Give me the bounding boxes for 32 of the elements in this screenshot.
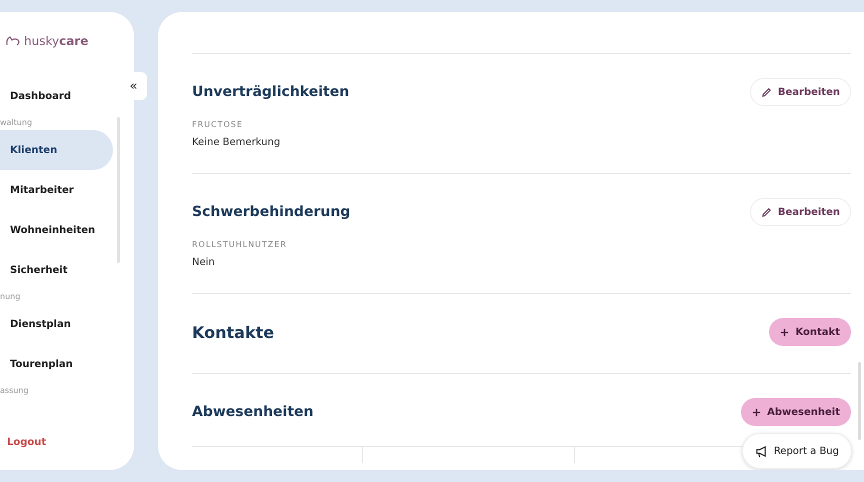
scrollbar[interactable] bbox=[858, 362, 861, 440]
nav-item[interactable]: Dashboard bbox=[0, 76, 113, 116]
brand-logo-text: huskycare bbox=[24, 34, 88, 48]
field-value: Nein bbox=[192, 257, 216, 268]
nav-section-label: nung bbox=[0, 291, 22, 303]
nav-section-label: assung bbox=[0, 385, 30, 397]
logout-link[interactable]: Logout bbox=[7, 437, 46, 448]
field-label: ROLLSTUHLNUTZER bbox=[192, 240, 288, 249]
section-title: Schwerbehinderung bbox=[192, 204, 350, 220]
field-label: FRUCTOSE bbox=[192, 120, 244, 129]
add-button[interactable]: Kontakt bbox=[769, 318, 851, 346]
plus-icon bbox=[780, 328, 790, 336]
edit-button[interactable]: Bearbeiten bbox=[750, 78, 851, 106]
nav-item[interactable]: Tourenplan bbox=[0, 344, 113, 384]
nav-section-label: waltung bbox=[0, 117, 34, 129]
section-title: Kontakte bbox=[192, 322, 274, 342]
nav-item[interactable]: Wohneinheiten bbox=[0, 210, 113, 250]
add-button[interactable]: Abwesenheit bbox=[741, 398, 851, 426]
section-title: Abwesenheiten bbox=[192, 404, 314, 420]
nav-item[interactable]: Klienten bbox=[0, 130, 113, 170]
section-title: Unverträglichkeiten bbox=[192, 84, 350, 100]
pencil-icon bbox=[760, 86, 772, 98]
megaphone-icon bbox=[754, 444, 768, 458]
field-value: Keine Bemerkung bbox=[192, 137, 282, 148]
plus-icon bbox=[752, 408, 762, 416]
pencil-icon bbox=[760, 206, 772, 218]
nav-item[interactable]: Mitarbeiter bbox=[0, 170, 113, 210]
edit-button[interactable]: Bearbeiten bbox=[750, 198, 851, 226]
logo-icon bbox=[5, 35, 21, 47]
nav-item[interactable]: Dienstplan bbox=[0, 304, 113, 344]
report-bug-button[interactable]: Report a Bug bbox=[742, 433, 852, 469]
nav-item[interactable]: Sicherheit bbox=[0, 250, 113, 290]
